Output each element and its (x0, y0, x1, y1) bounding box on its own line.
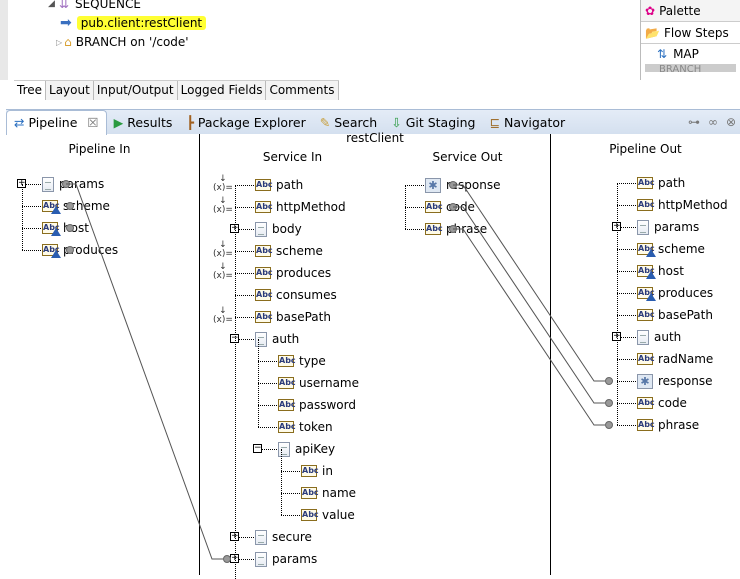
mapping-line[interactable] (453, 184, 605, 382)
mapping-line[interactable] (453, 228, 605, 426)
mapping-lines (66, 183, 605, 560)
mapping-line[interactable] (66, 183, 223, 560)
mapping-line[interactable] (453, 206, 605, 404)
